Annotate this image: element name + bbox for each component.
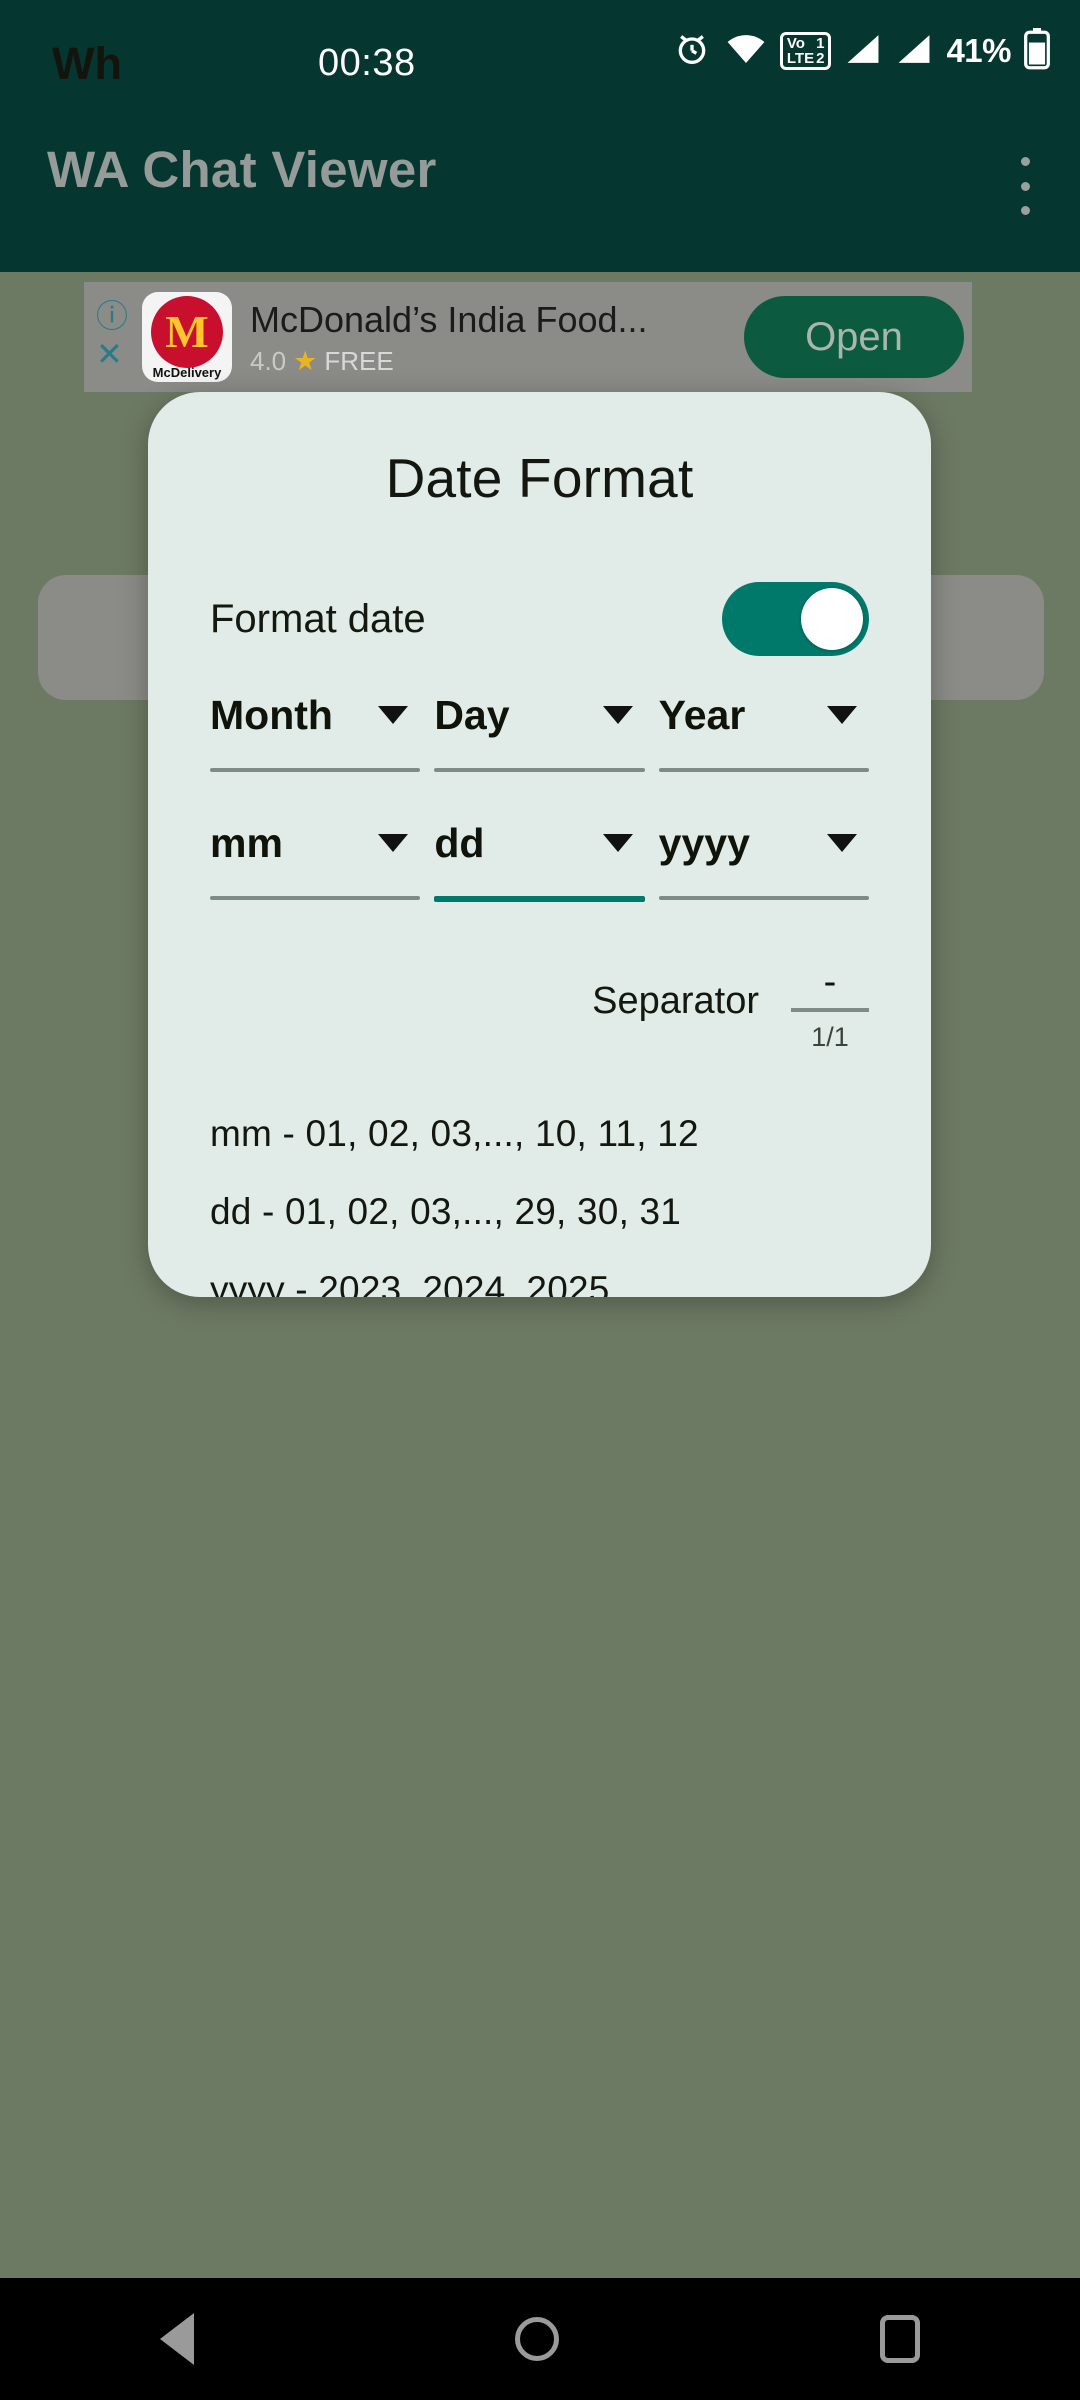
separator-char-counter: 1/1 [811, 1022, 849, 1052]
chevron-down-icon [378, 834, 409, 852]
home-icon[interactable] [514, 2317, 559, 2361]
page-title: WA Chat Viewer [47, 141, 437, 198]
dropdown-year-token[interactable]: yyyy [658, 812, 869, 914]
dropdown-day[interactable]: Day [434, 684, 645, 784]
dropdown-day-token-value: dd [434, 819, 485, 866]
system-nav-bar [0, 2278, 1080, 2400]
dropdown-month-token-value: mm [210, 819, 283, 866]
format-date-toggle[interactable] [722, 582, 869, 656]
ad-app-name: McDonald’s India Food... [250, 298, 648, 340]
mcdonalds-logo-icon: M [151, 296, 223, 368]
ad-info-icon[interactable]: ⓘ [96, 300, 128, 332]
legend-line-mm: mm - 01, 02, 03,..., 10, 11, 12 [210, 1113, 699, 1154]
app-bar: WA Chat Viewer [0, 95, 1080, 272]
ad-price: FREE [324, 345, 394, 376]
ad-app-icon: M McDelivery [142, 292, 232, 382]
background-card-label: Wh [52, 38, 122, 89]
dropdown-month-underline [210, 768, 421, 772]
dropdown-day-token[interactable]: dd [434, 812, 645, 914]
mcdonalds-arches-label: M [165, 306, 209, 357]
dropdown-year-value: Year [658, 691, 746, 738]
ad-controls: ⓘ ✕ [84, 282, 136, 392]
toggle-knob [801, 588, 863, 650]
volte-icon: Vo LTE 1 2 [779, 32, 832, 70]
format-date-row: Format date [210, 582, 869, 656]
phone-screen: 00:38 Vo LTE 1 2 41% WA Chat Viewer Wh ⓘ… [0, 0, 1080, 2400]
dropdown-year-token-underline [658, 896, 869, 900]
chevron-down-icon [378, 706, 409, 724]
status-bar-icons: Vo LTE 1 2 41% [672, 27, 1050, 75]
ad-text-block: McDonald’s India Food... 4.0 ★ FREE [250, 298, 648, 377]
chevron-down-icon [602, 834, 633, 852]
dropdown-month-token-underline [210, 896, 421, 900]
back-icon[interactable] [160, 2313, 195, 2365]
dialog-title: Date Format [385, 447, 694, 509]
alarm-icon [672, 29, 712, 74]
battery-percent-label: 41% [946, 32, 1011, 69]
legend-line-yyyy: yyyy - 2023, 2024, 2025,... [210, 1269, 652, 1297]
status-bar-clock: 00:38 [318, 42, 416, 84]
ad-close-icon[interactable]: ✕ [96, 338, 123, 370]
star-icon: ★ [293, 345, 318, 376]
volte-vo-label: Vo [786, 35, 805, 52]
ad-rating: 4.0 [250, 345, 287, 376]
dropdown-month[interactable]: Month [210, 684, 421, 784]
date-token-row: mm dd yyyy [210, 812, 869, 914]
wifi-icon [725, 32, 767, 71]
dropdown-month-value: Month [210, 691, 333, 738]
dropdown-year-underline [658, 768, 869, 772]
separator-label: Separator [592, 980, 759, 1022]
separator-input-value[interactable]: - [791, 956, 869, 1008]
volte-lte-label: LTE [786, 50, 815, 67]
date-format-dialog: Date Format Format date Month Day Year m… [148, 392, 931, 1297]
format-date-label: Format date [210, 596, 426, 641]
dropdown-year-token-value: yyyy [658, 819, 750, 866]
date-order-row: Month Day Year [210, 684, 869, 784]
ad-meta: 4.0 ★ FREE [250, 346, 648, 377]
volte-sim1-label: 1 [816, 35, 825, 52]
battery-icon [1024, 27, 1050, 75]
dropdown-day-value: Day [434, 691, 510, 738]
chevron-down-icon [826, 706, 857, 724]
dropdown-day-underline [434, 768, 645, 772]
ad-open-button[interactable]: Open [744, 296, 964, 378]
separator-underline [791, 1008, 869, 1012]
dropdown-year[interactable]: Year [658, 684, 869, 784]
legend-line-dd: dd - 01, 02, 03,..., 29, 30, 31 [210, 1191, 682, 1232]
status-bar: 00:38 Vo LTE 1 2 41% [0, 0, 1080, 95]
separator-field[interactable]: - 1/1 [791, 956, 869, 1053]
dropdown-day-token-underline [434, 896, 645, 902]
volte-sim2-label: 2 [816, 50, 825, 67]
dropdown-month-token[interactable]: mm [210, 812, 421, 914]
signal-1-icon [844, 32, 882, 71]
overflow-menu-icon[interactable] [1005, 157, 1045, 215]
legend-block: mm - 01, 02, 03,..., 10, 11, 12 dd - 01,… [210, 1113, 869, 1297]
recents-icon[interactable] [879, 2315, 920, 2363]
separator-row: Separator - 1/1 [210, 956, 869, 1053]
ad-banner[interactable]: ⓘ ✕ M McDelivery McDonald’s India Food..… [84, 282, 972, 392]
chevron-down-icon [826, 834, 857, 852]
signal-2-icon [895, 32, 933, 71]
chevron-down-icon [602, 706, 633, 724]
